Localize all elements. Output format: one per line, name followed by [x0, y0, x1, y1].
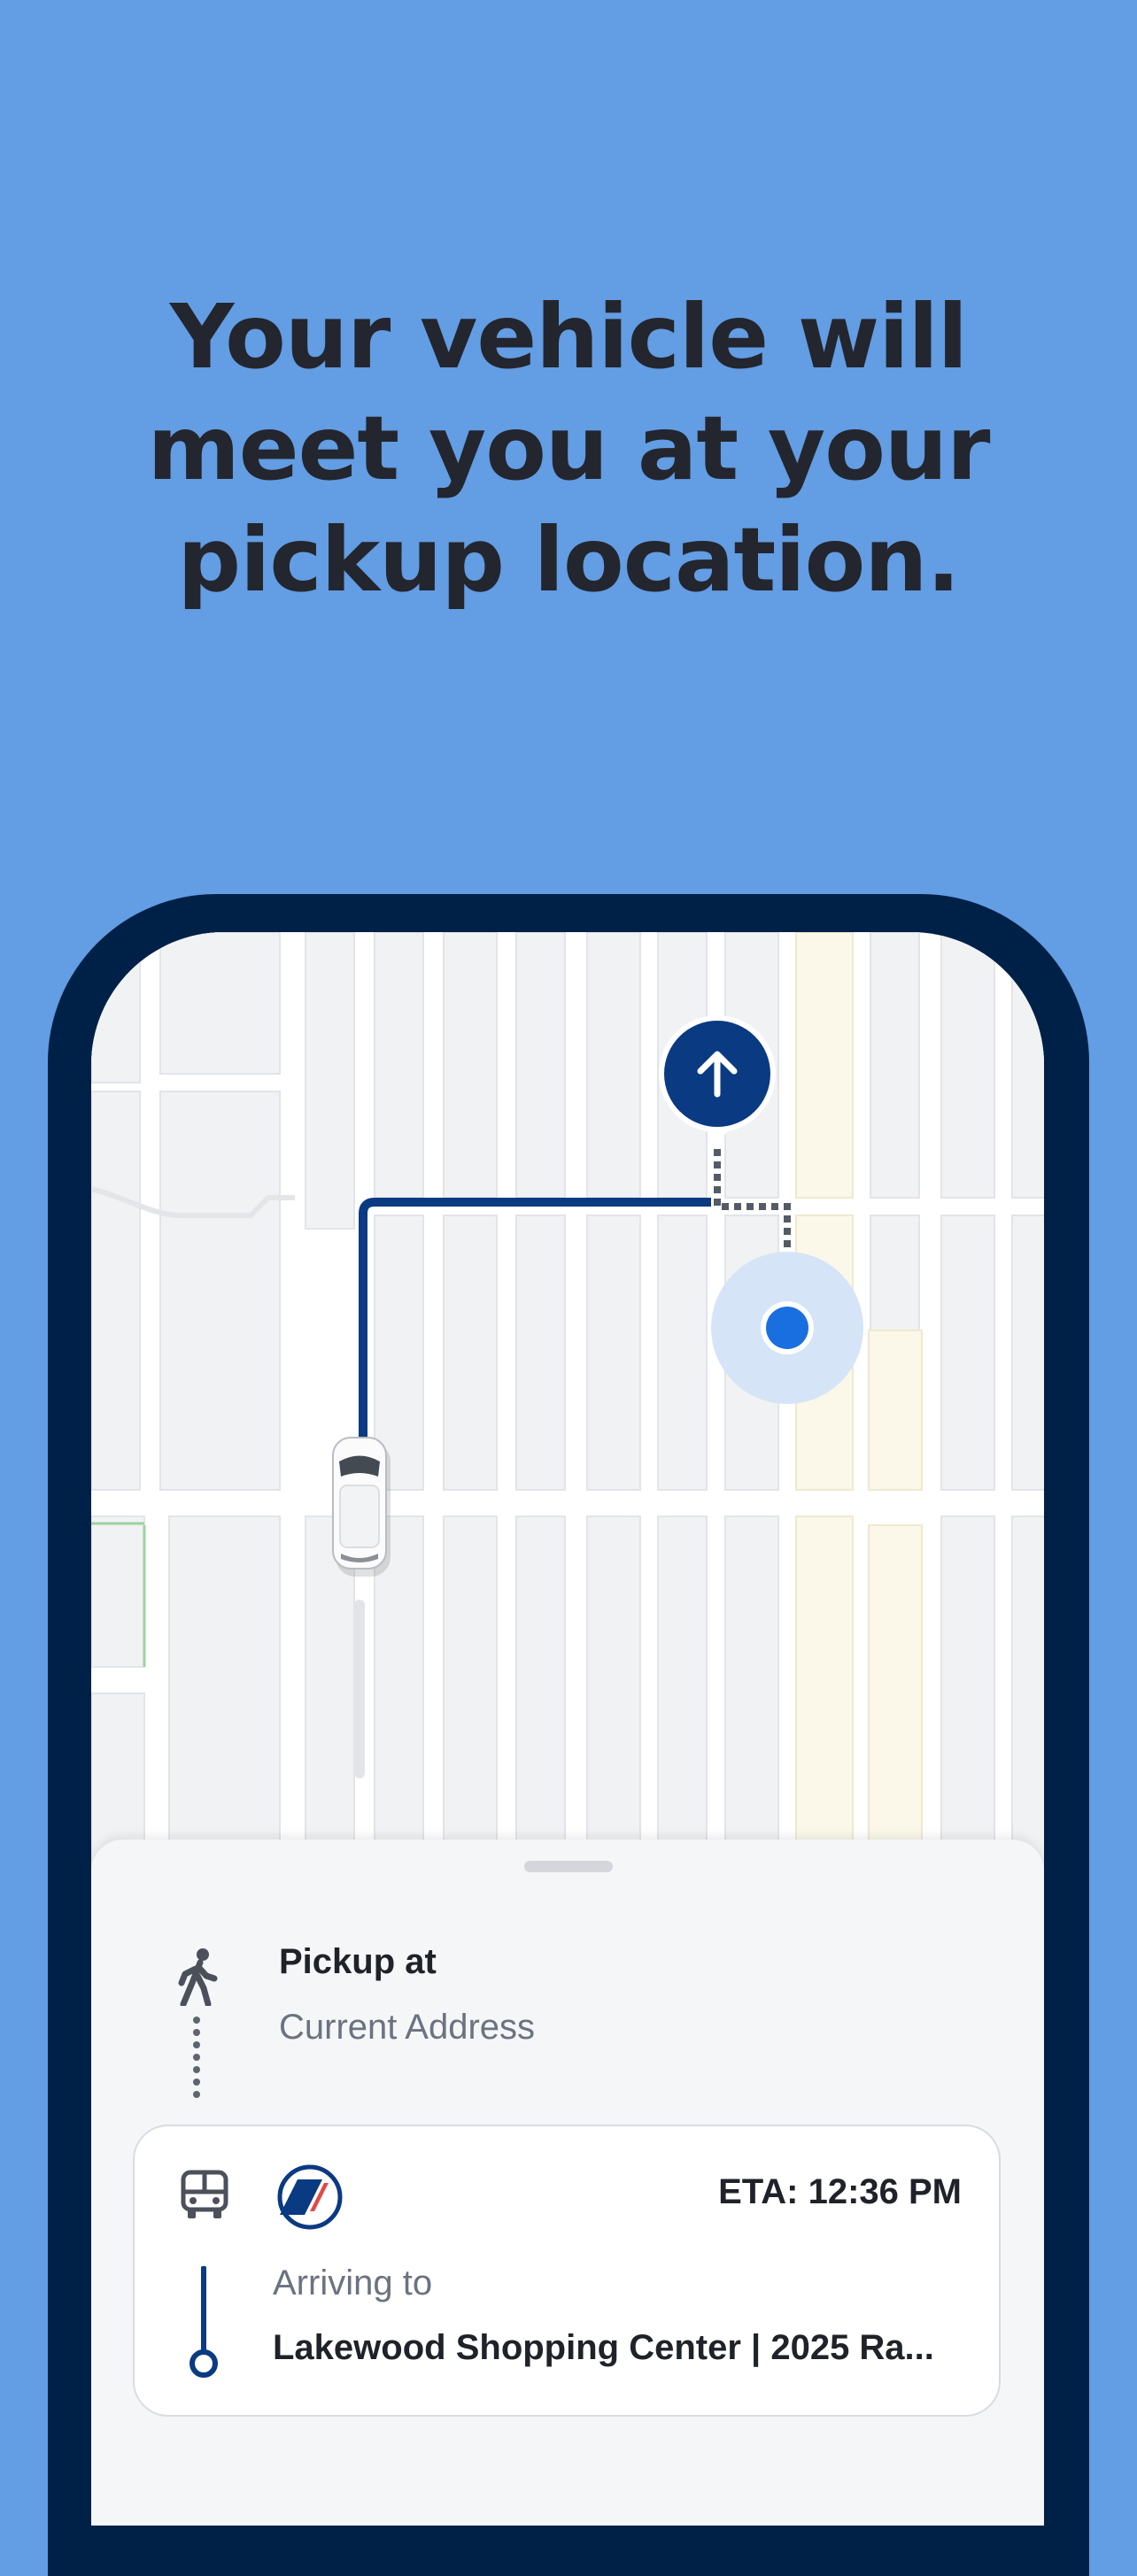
route-destination-icon: [190, 2266, 218, 2378]
sheet-grabber[interactable]: [524, 1861, 613, 1872]
walking-connector: [193, 2017, 200, 2098]
destination-name[interactable]: Lakewood Shopping Center | 2025 Ra...: [273, 2328, 972, 2368]
arriving-label: Arriving to: [273, 2264, 433, 2302]
walking-person-icon: [178, 1948, 218, 2006]
headline: Your vehicle will meet you at your picku…: [0, 282, 1137, 616]
trip-sheet[interactable]: Pickup at Current Address ETA: 12:36 PM: [91, 1839, 1044, 2526]
eta-label: ETA: 12:36 PM: [718, 2172, 962, 2211]
phone-screen: Pickup at Current Address ETA: 12:36 PM: [91, 932, 1044, 2526]
headline-line-3: pickup location.: [177, 508, 961, 612]
pickup-title: Pickup at: [279, 1942, 437, 1981]
brand-logo-icon: [277, 2164, 343, 2230]
trip-card[interactable]: ETA: 12:36 PM Arriving to Lakewood Shopp…: [133, 2125, 1001, 2417]
bus-icon: [181, 2170, 228, 2218]
headline-line-1: Your vehicle will: [169, 285, 968, 389]
map[interactable]: [91, 932, 1044, 1862]
location-dot-icon: [711, 1252, 863, 1404]
headline-line-2: meet you at your: [147, 397, 991, 500]
car-icon: [332, 1437, 391, 1577]
pickup-address[interactable]: Current Address: [279, 2008, 535, 2048]
